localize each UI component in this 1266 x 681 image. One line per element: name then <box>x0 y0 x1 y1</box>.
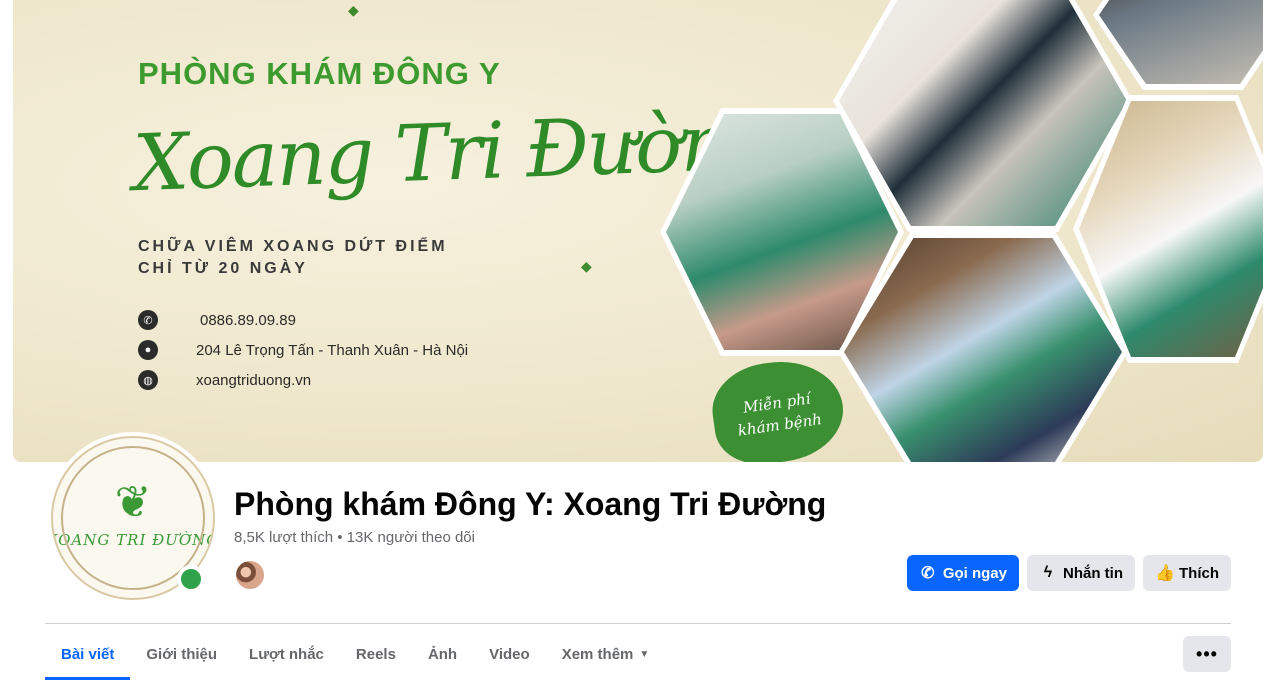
profile-tabs: Bài viết Giới thiệu Lượt nhắc Reels Ảnh … <box>45 628 665 680</box>
tab-photos[interactable]: Ảnh <box>412 628 473 680</box>
ellipsis-icon: ••• <box>1196 643 1218 664</box>
location-pin-icon: ● <box>138 340 158 360</box>
tab-label: Xem thêm <box>561 645 634 663</box>
cover-tagline: CHỮA VIÊM XOANG DỨT ĐIỂM CHỈ TỪ 20 NGÀY <box>138 236 498 280</box>
like-button[interactable]: 👍 Thích <box>1143 555 1231 591</box>
cover-phone: 0886.89.09.89 <box>200 311 296 329</box>
leaf-decoration: ◆ <box>348 2 359 18</box>
tab-posts[interactable]: Bài viết <box>45 628 131 680</box>
cover-phone-row: ✆ 0886.89.09.89 <box>138 308 558 332</box>
message-button[interactable]: ϟ Nhắn tin <box>1027 555 1135 591</box>
follower-avatar[interactable] <box>234 559 266 591</box>
online-status-indicator <box>177 565 205 593</box>
thumbs-up-icon: 👍 <box>1155 565 1175 582</box>
tab-label: Reels <box>355 645 396 663</box>
message-label: Nhắn tin <box>1063 564 1123 582</box>
cover-photo[interactable]: ◆ ◆ PHÒNG KHÁM ĐÔNG Y Xoang Tri Đường CH… <box>13 0 1263 462</box>
tab-see-more[interactable]: Xem thêm ▼ <box>546 628 666 680</box>
call-now-button[interactable]: ✆ Gọi ngay <box>906 555 1019 591</box>
cover-tagline-line2: CHỈ TỪ 20 NGÀY <box>138 260 308 277</box>
tab-about[interactable]: Giới thiệu <box>130 628 233 680</box>
phone-icon: ✆ <box>921 565 935 582</box>
photo-clinic-room <box>1099 0 1263 84</box>
tab-label: Video <box>489 645 530 663</box>
cover-website: xoangtriduong.vn <box>196 371 312 389</box>
cover-address: 204 Lê Trọng Tấn - Thanh Xuân - Hà Nội <box>196 341 469 359</box>
tab-videos[interactable]: Video <box>473 628 546 680</box>
cover-website-row: ◍ xoangtriduong.vn <box>138 368 558 392</box>
cover-clinic-type: PHÒNG KHÁM ĐÔNG Y <box>138 56 501 91</box>
cover-tagline-line1: CHỮA VIÊM XOANG DỨT ĐIỂM <box>138 238 448 255</box>
cover-address-row: ● 204 Lê Trọng Tấn - Thanh Xuân - Hà Nội <box>138 338 558 362</box>
tab-label: Lượt nhắc <box>249 645 324 663</box>
messenger-icon: ϟ <box>1043 564 1053 581</box>
page-title: Phòng khám Đông Y: Xoang Tri Đường <box>234 486 827 522</box>
divider <box>45 623 1231 624</box>
like-label: Thích <box>1179 564 1219 582</box>
tab-label: Giới thiệu <box>146 645 218 663</box>
tab-reels[interactable]: Reels <box>340 628 412 680</box>
tab-label: Bài viết <box>61 645 115 663</box>
leaf-decoration: ◆ <box>581 258 592 274</box>
call-now-label: Gọi ngay <box>942 564 1007 582</box>
phone-icon: ✆ <box>138 310 158 330</box>
follower-avatars[interactable] <box>234 559 266 591</box>
tab-label: Ảnh <box>427 645 458 663</box>
globe-icon: ◍ <box>138 370 158 390</box>
tab-mentions[interactable]: Lượt nhắc <box>233 628 340 680</box>
caret-down-icon: ▼ <box>639 648 650 660</box>
page-stats[interactable]: 8,5K lượt thích • 13K người theo dõi <box>234 529 475 546</box>
page-actions: ✆ Gọi ngay ϟ Nhắn tin 👍 Thích <box>906 555 1231 591</box>
more-options-button[interactable]: ••• <box>1183 636 1231 672</box>
